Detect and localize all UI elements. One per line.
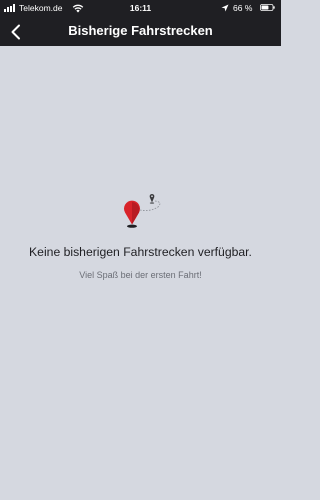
empty-state-title: Keine bisherigen Fahrstrecken verfügbar. <box>29 245 252 259</box>
empty-state-subtitle: Viel Spaß bei der ersten Fahrt! <box>79 270 202 280</box>
page-title: Bisherige Fahrstrecken <box>68 23 213 38</box>
status-bar: Telekom.de 16:11 66 % <box>0 0 281 16</box>
map-pin-route-icon <box>124 193 161 228</box>
battery-icon <box>260 4 275 11</box>
screen: Telekom.de 16:11 66 % Bisherige Fahrstre… <box>0 0 281 500</box>
battery-percent: 66 % <box>233 3 253 13</box>
navigation-bar: Bisherige Fahrstrecken <box>0 16 281 46</box>
location-arrow-icon <box>221 4 229 12</box>
